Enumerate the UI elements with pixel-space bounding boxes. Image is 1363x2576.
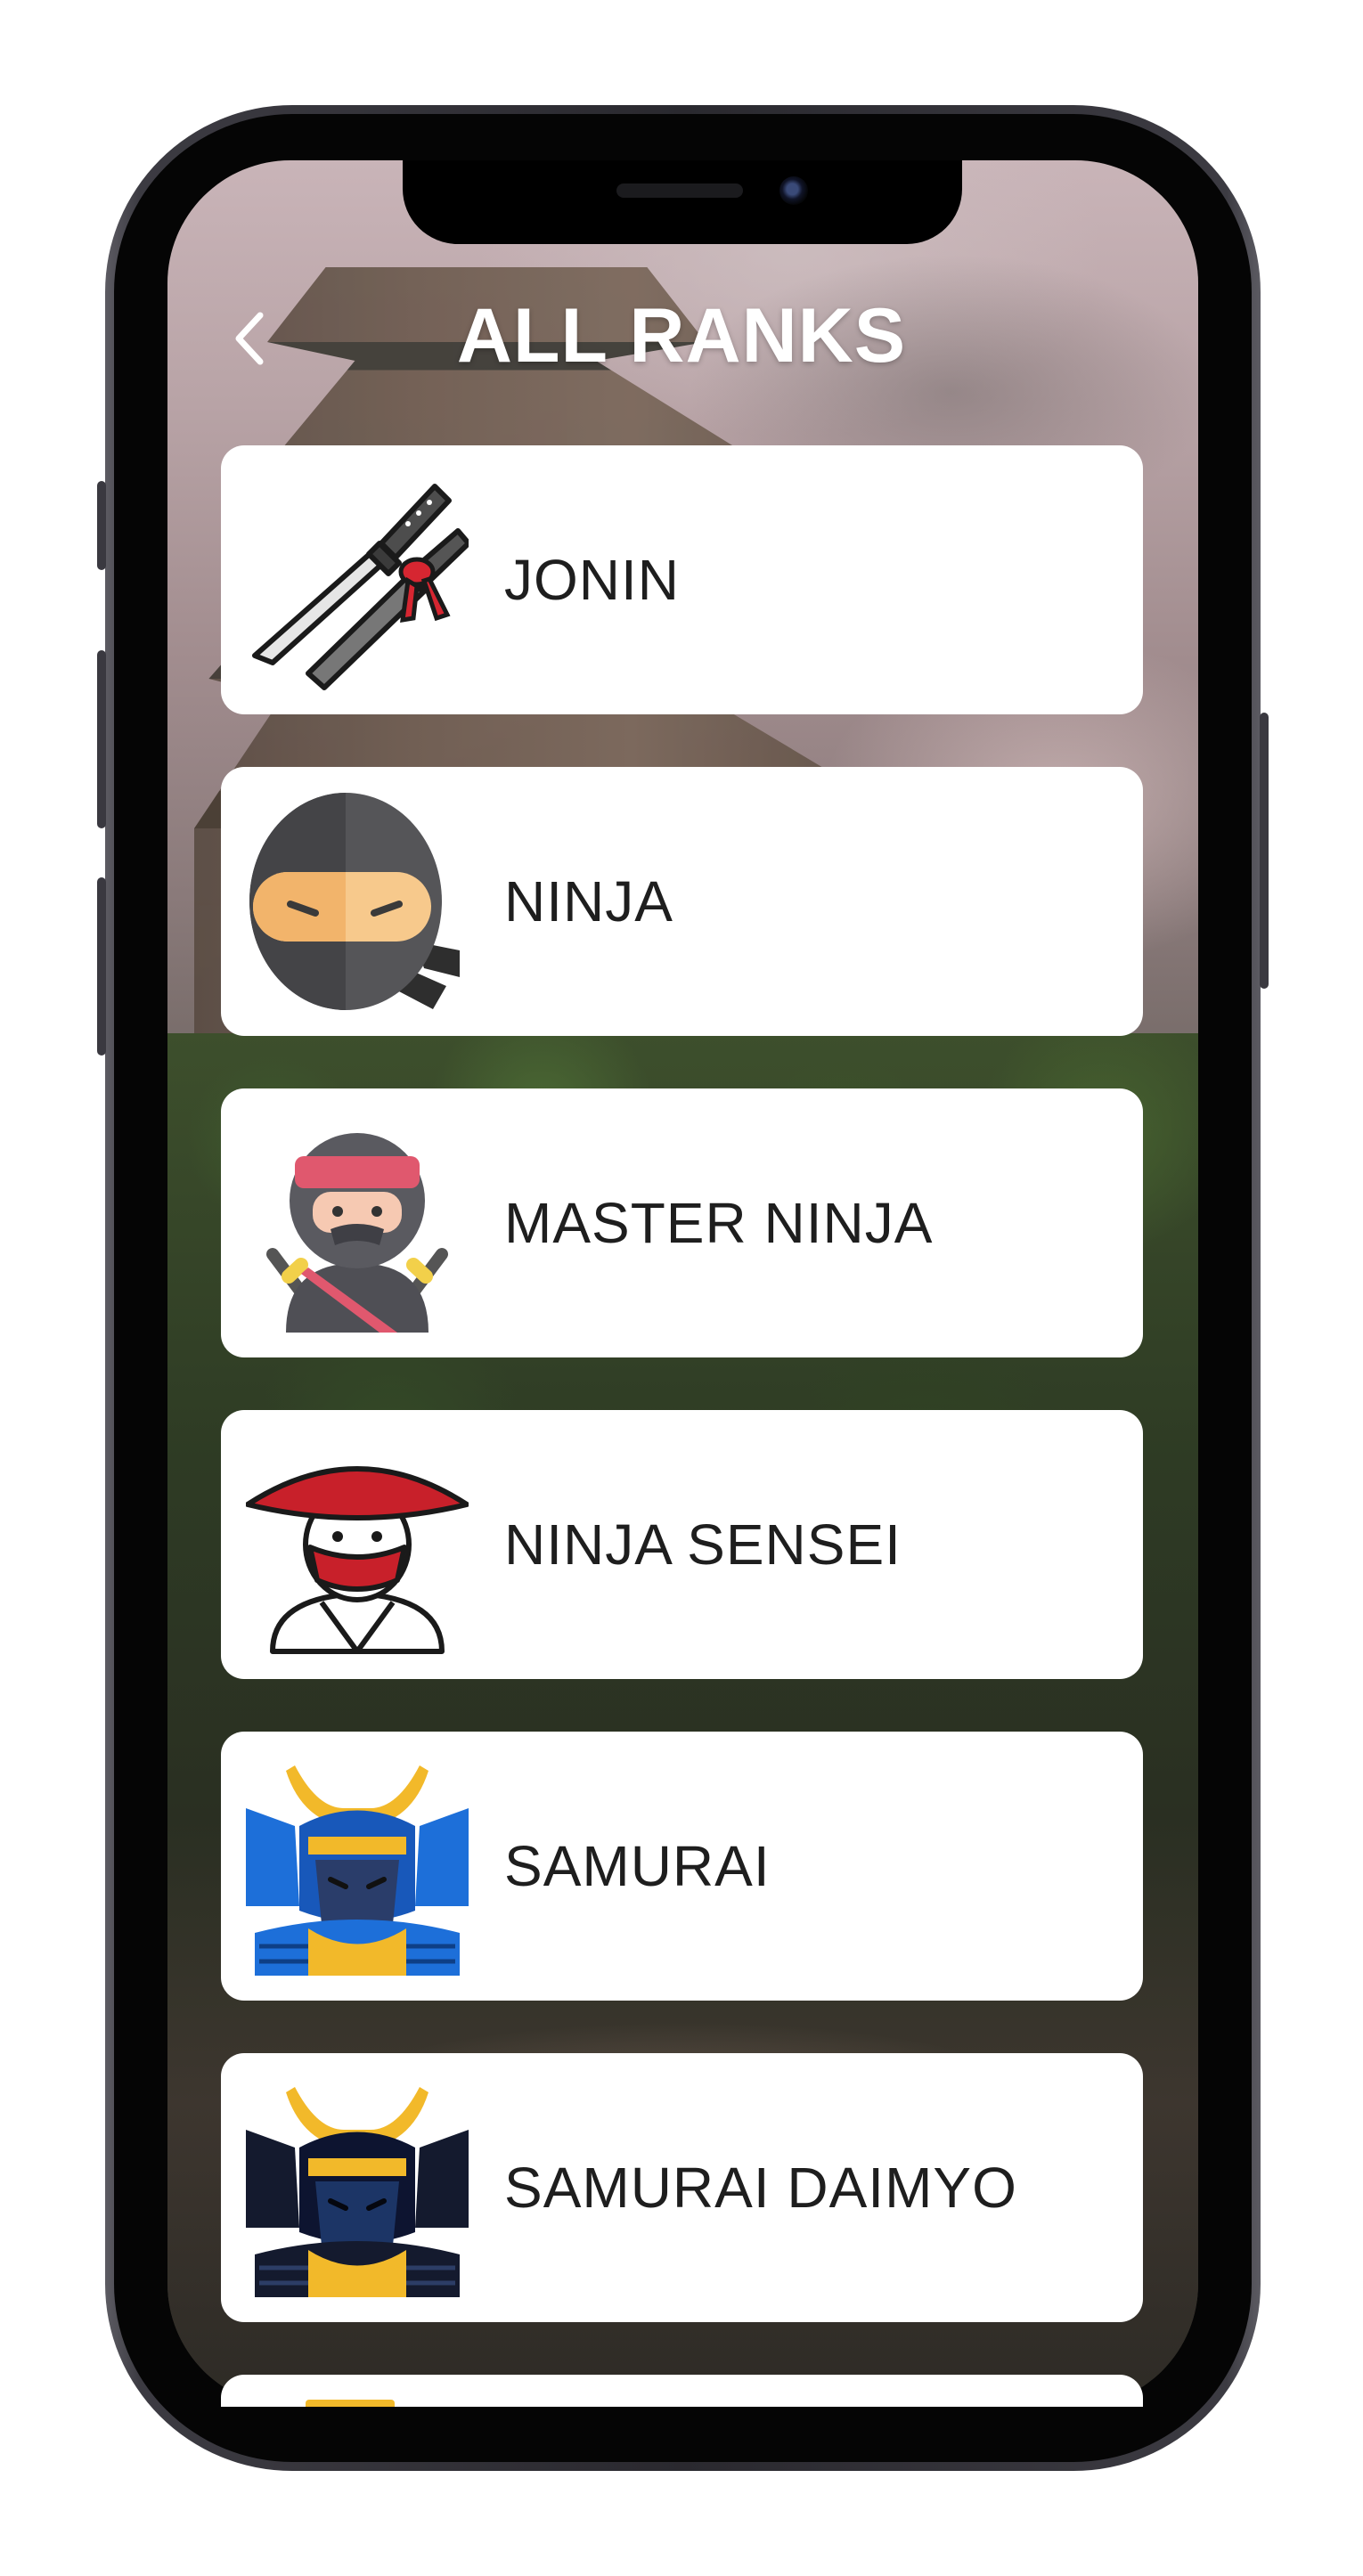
device-notch — [403, 160, 962, 244]
rank-card-master-ninja[interactable]: MASTER NINJA — [221, 1088, 1143, 1357]
rank-card-partial[interactable] — [221, 2375, 1143, 2407]
ninja-head-icon — [246, 790, 469, 1013]
rank-label: JONIN — [504, 548, 680, 612]
master-ninja-icon — [246, 1112, 469, 1334]
rank-label: SAMURAI DAIMYO — [504, 2156, 1017, 2220]
samurai-armor-dark-icon — [246, 2076, 469, 2299]
earpiece-speaker — [616, 183, 743, 198]
rank-card-samurai-daimyo[interactable]: SAMURAI DAIMYO — [221, 2053, 1143, 2322]
chevron-left-icon — [235, 312, 264, 365]
back-button[interactable] — [223, 303, 276, 374]
sensei-straw-hat-icon — [245, 1433, 469, 1656]
volume-up-button — [97, 650, 106, 828]
mute-switch — [97, 481, 106, 570]
volume-down-button — [97, 877, 106, 1056]
rank-card-jonin[interactable]: JONIN — [221, 445, 1143, 714]
rank-card-ninja[interactable]: NINJA — [221, 767, 1143, 1036]
rank-label: SAMURAI — [504, 1834, 771, 1898]
crossed-swords-icon — [246, 469, 471, 691]
power-button — [1260, 713, 1269, 989]
rank-label: MASTER NINJA — [504, 1191, 934, 1255]
rank-label: NINJA SENSEI — [504, 1512, 902, 1577]
samurai-armor-blue-icon — [246, 1755, 469, 1977]
rank-card-samurai[interactable]: SAMURAI — [221, 1732, 1143, 2001]
rank-label: NINJA — [504, 869, 673, 933]
page-title: ALL RANKS — [456, 293, 907, 379]
front-camera — [779, 176, 808, 205]
samurai-helmet-crest-icon — [306, 2400, 395, 2407]
rank-card-ninja-sensei[interactable]: NINJA SENSEI — [221, 1410, 1143, 1679]
